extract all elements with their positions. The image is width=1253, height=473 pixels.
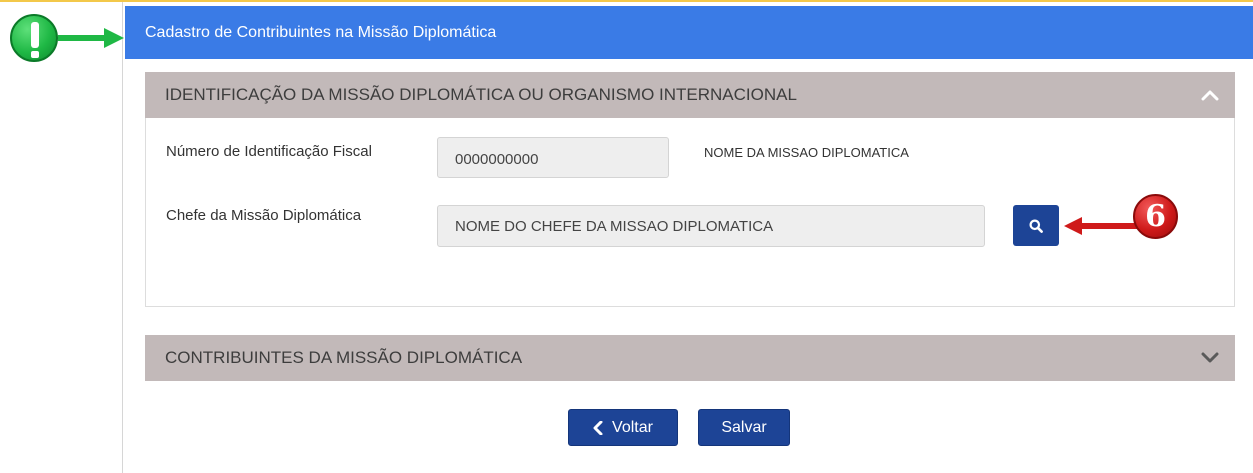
page-title: Cadastro de Contribuintes na Missão Dipl…	[125, 6, 1253, 59]
left-divider	[122, 2, 123, 473]
chefe-field[interactable]: NOME DO CHEFE DA MISSAO DIPLOMATICA	[437, 205, 985, 247]
nif-label: Número de Identificação Fiscal	[166, 143, 372, 160]
mission-name-text: NOME DA MISSAO DIPLOMATICA	[704, 145, 909, 160]
nif-field[interactable]: 0000000000	[437, 137, 669, 178]
exclamation-dot	[31, 51, 39, 58]
exclamation-bar	[31, 22, 39, 48]
panel-identificacao-title: IDENTIFICAÇÃO DA MISSÃO DIPLOMÁTICA OU O…	[165, 85, 797, 104]
step-number-badge: 6	[1133, 194, 1178, 239]
chevron-up-icon[interactable]	[1201, 86, 1219, 104]
save-button[interactable]: Salvar	[698, 409, 790, 446]
chevron-left-icon	[593, 420, 603, 435]
search-icon	[1029, 219, 1043, 233]
exclamation-icon	[10, 14, 58, 62]
page: Cadastro de Contribuintes na Missão Dipl…	[0, 0, 1253, 473]
chefe-label: Chefe da Missão Diplomática	[166, 207, 362, 224]
panel-identificacao-header[interactable]: IDENTIFICAÇÃO DA MISSÃO DIPLOMÁTICA OU O…	[145, 72, 1235, 118]
back-button[interactable]: Voltar	[568, 409, 678, 446]
back-button-label: Voltar	[612, 418, 653, 436]
chevron-down-icon[interactable]	[1201, 349, 1219, 367]
panel-contribuintes-header[interactable]: CONTRIBUINTES DA MISSÃO DIPLOMÁTICA	[145, 335, 1235, 381]
green-arrow-icon	[58, 28, 124, 48]
panel-contribuintes-title: CONTRIBUINTES DA MISSÃO DIPLOMÁTICA	[165, 348, 523, 367]
top-accent-line	[0, 0, 1253, 2]
search-button[interactable]	[1013, 205, 1059, 246]
